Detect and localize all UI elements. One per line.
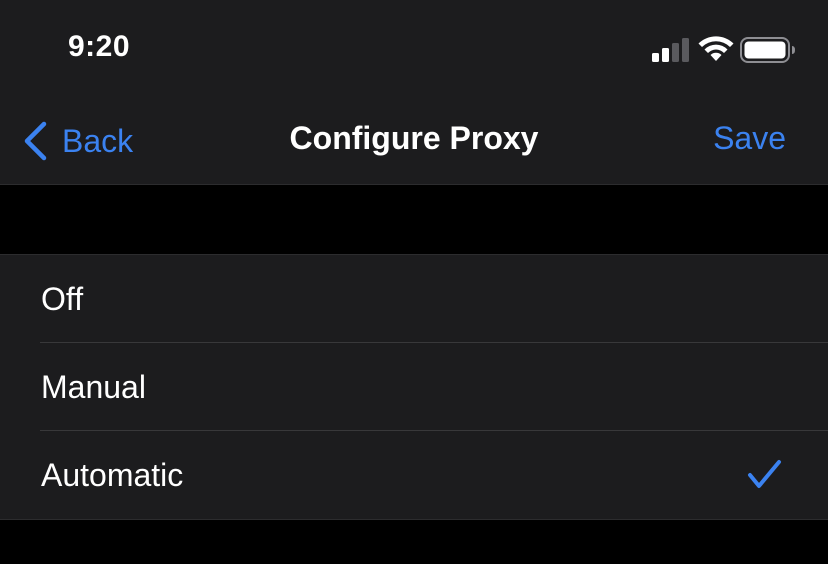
option-manual[interactable]: Manual: [0, 343, 828, 431]
option-automatic[interactable]: Automatic: [0, 431, 828, 519]
wifi-icon: [698, 36, 734, 61]
option-off[interactable]: Off: [0, 255, 828, 343]
save-button[interactable]: Save: [713, 120, 786, 157]
status-time: 9:20: [68, 30, 131, 63]
battery-icon: [740, 37, 795, 63]
proxy-options-list: Off Manual Automatic: [0, 254, 828, 520]
option-off-label: Off: [41, 280, 84, 317]
top-bar: 9:20 Back Configure Proxy Save: [0, 0, 828, 185]
configure-proxy-screen: 9:20 Back Configure Proxy Save Off Manua…: [0, 0, 828, 564]
option-manual-label: Manual: [41, 368, 146, 405]
page-title: Configure Proxy: [289, 120, 539, 156]
cellular-signal-icon: [652, 38, 689, 62]
option-automatic-label: Automatic: [41, 456, 184, 493]
checkmark-icon: [748, 460, 781, 488]
